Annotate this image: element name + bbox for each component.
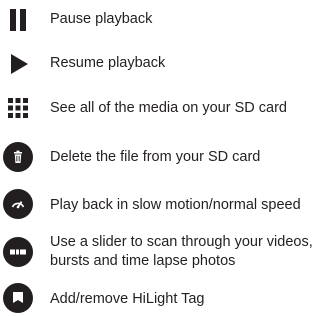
legend-item-pause: Pause playback: [0, 2, 336, 38]
hilight-tag-icon: [0, 280, 36, 316]
legend-item-scrub: Use a slider to scan through your videos…: [0, 234, 336, 270]
legend-label: Play back in slow motion/normal speed: [50, 197, 301, 213]
play-icon: [0, 46, 36, 82]
speed-gauge-icon: [0, 186, 36, 222]
legend-label: Pause playback: [50, 11, 153, 27]
legend-item-hilight: Add/remove HiLight Tag: [0, 280, 336, 316]
legend-label: See all of the media on your SD card: [50, 100, 287, 116]
legend-item-speed: Play back in slow motion/normal speed: [0, 186, 336, 222]
legend-label: Add/remove HiLight Tag: [50, 291, 205, 307]
legend-label: Resume playback: [50, 55, 166, 71]
grid-icon: [0, 90, 36, 126]
legend-item-media-grid: See all of the media on your SD card: [0, 90, 336, 126]
legend-item-delete: Delete the file from your SD card: [0, 139, 336, 175]
legend-label: Delete the file from your SD card: [50, 149, 261, 165]
legend-label-line-1: Use a slider to scan through your videos…: [50, 234, 313, 250]
legend-label-line-2: bursts and time lapse photos: [50, 253, 236, 269]
legend-item-play: Resume playback: [0, 46, 336, 82]
pause-icon: [0, 2, 36, 38]
scrub-slider-icon: [0, 234, 36, 270]
trash-icon: [0, 139, 36, 175]
